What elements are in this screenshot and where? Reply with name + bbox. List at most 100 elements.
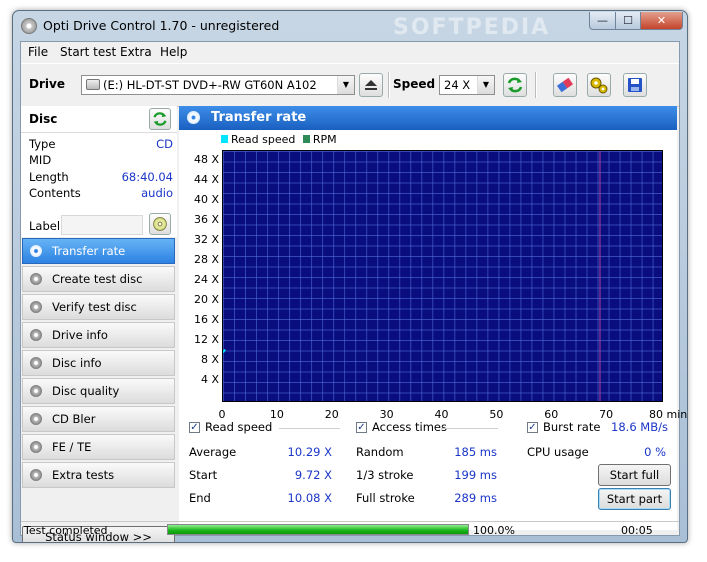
nav-item-cd-bler[interactable]: CD Bler xyxy=(22,406,175,432)
refresh-icon xyxy=(153,112,167,126)
disc-title: Disc xyxy=(29,112,58,126)
end-label: End xyxy=(189,491,211,505)
transfer-rate-panel: Read speed RPM 48 X 44 X 40 X 36 X 32 X 28 X 2… xyxy=(179,130,687,530)
status-text: Test completed xyxy=(24,524,108,537)
nav-item-transfer-rate[interactable]: Transfer rate xyxy=(22,238,175,264)
eject-icon xyxy=(365,80,377,90)
third-stroke-label: 1/3 stroke xyxy=(356,468,414,482)
end-value: 10.08 X xyxy=(287,491,332,505)
disc-icon xyxy=(30,301,42,313)
series-read-speed-line xyxy=(223,348,226,354)
speed-select[interactable]: 24 X ▼ xyxy=(439,75,495,95)
access-times-checkbox[interactable]: ✓ xyxy=(356,422,367,433)
disc-label-button[interactable] xyxy=(149,213,171,235)
nav-item-label: Extra tests xyxy=(52,468,115,482)
status-bar: Test completed 100.0% 00:05 xyxy=(21,521,679,538)
erase-button[interactable] xyxy=(553,73,577,97)
eraser-icon xyxy=(556,77,574,93)
start-part-button[interactable]: Start part xyxy=(598,488,671,510)
group-divider xyxy=(279,428,340,429)
refresh-disc-button[interactable] xyxy=(149,108,171,130)
full-stroke-label: Full stroke xyxy=(356,491,415,505)
nav-item-verify-test-disc[interactable]: Verify test disc xyxy=(22,294,175,320)
burst-rate-value: 18.6 MB/s xyxy=(611,420,668,434)
start-label: Start xyxy=(189,468,218,482)
client-area: File Start test Extra Help Drive (E:) HL… xyxy=(20,41,687,542)
y-tick-label: 16 X xyxy=(193,313,219,326)
drive-label: Drive xyxy=(29,77,65,91)
menu-start-test[interactable]: Start test xyxy=(60,45,116,59)
speed-label: Speed xyxy=(393,77,436,91)
maximize-button[interactable]: ☐ xyxy=(615,12,641,30)
y-tick-label: 36 X xyxy=(193,213,219,226)
left-panel: Disc Type CD MID Length 68:40.04 Contents a… xyxy=(21,106,177,542)
toolbar: Drive (E:) HL-DT-ST DVD+-RW GT60N A102 ▼… xyxy=(21,63,679,107)
disc-label-field[interactable] xyxy=(61,215,143,235)
eject-button[interactable] xyxy=(359,73,383,97)
speed-value: 24 X xyxy=(444,78,471,92)
full-stroke-value: 289 ms xyxy=(454,491,497,505)
refresh-icon xyxy=(507,77,523,93)
nav-item-extra-tests[interactable]: Extra tests xyxy=(22,462,175,488)
watermark: SOFTPEDIA xyxy=(393,15,551,40)
menu-help[interactable]: Help xyxy=(160,45,187,59)
chevron-down-icon: ▼ xyxy=(337,76,354,94)
legend-swatch-rpm xyxy=(302,135,310,143)
transfer-rate-chart[interactable] xyxy=(222,150,663,402)
y-tick-label: 12 X xyxy=(193,333,219,346)
menu-bar: File Start test Extra Help xyxy=(21,42,679,62)
save-button[interactable] xyxy=(623,73,647,97)
start-value: 9.72 X xyxy=(294,468,332,482)
minimize-button[interactable]: — xyxy=(589,12,616,30)
disc-icon xyxy=(30,385,42,397)
access-times-group-title: Access times xyxy=(372,420,447,434)
start-full-button[interactable]: Start full xyxy=(598,464,671,486)
average-label: Average xyxy=(189,445,237,459)
nav-item-label: Create test disc xyxy=(52,272,143,286)
gears-icon xyxy=(590,77,608,94)
panel-title: Transfer rate xyxy=(211,110,307,125)
legend-swatch-read-speed xyxy=(221,135,228,143)
nav-item-label: Drive info xyxy=(52,328,108,342)
drive-icon xyxy=(86,79,100,90)
save-icon xyxy=(628,78,642,92)
title-bar[interactable]: Opti Drive Control 1.70 - unregistered S… xyxy=(13,11,687,41)
disc-header: Disc xyxy=(21,106,177,133)
cpu-usage-value: 0 % xyxy=(644,445,666,459)
average-value: 10.29 X xyxy=(287,445,332,459)
settings-button[interactable] xyxy=(587,73,611,97)
nav-item-fe-te[interactable]: FE / TE xyxy=(22,434,175,460)
third-stroke-value: 199 ms xyxy=(454,468,497,482)
refresh-speed-button[interactable] xyxy=(503,73,527,97)
nav-item-label: Disc info xyxy=(52,356,102,370)
y-tick-label: 40 X xyxy=(193,193,219,206)
y-tick-label: 24 X xyxy=(193,273,219,286)
menu-extra[interactable]: Extra xyxy=(120,45,152,59)
nav-item-disc-quality[interactable]: Disc quality xyxy=(22,378,175,404)
window-title: Opti Drive Control 1.70 - unregistered xyxy=(43,18,280,33)
disc-icon xyxy=(30,273,42,285)
disc-icon xyxy=(30,245,42,257)
toolbar-separator xyxy=(388,72,390,98)
menu-file[interactable]: File xyxy=(28,45,48,59)
disc-length-row: Length 68:40.04 xyxy=(29,170,173,184)
legend-read-speed: Read speed xyxy=(231,133,296,146)
drive-select[interactable]: (E:) HL-DT-ST DVD+-RW GT60N A102 ▼ xyxy=(81,75,355,95)
close-button[interactable]: ✕ xyxy=(640,12,683,30)
read-speed-checkbox[interactable]: ✓ xyxy=(189,422,200,433)
drive-value: (E:) HL-DT-ST DVD+-RW GT60N A102 xyxy=(103,78,317,92)
random-value: 185 ms xyxy=(454,445,497,459)
nav-item-drive-info[interactable]: Drive info xyxy=(22,322,175,348)
disc-edit-icon xyxy=(153,217,167,231)
nav-item-disc-info[interactable]: Disc info xyxy=(22,350,175,376)
nav-item-label: Verify test disc xyxy=(52,300,137,314)
disc-icon xyxy=(30,413,42,425)
y-tick-label: 4 X xyxy=(200,373,219,386)
nav-item-label: Disc quality xyxy=(52,384,120,398)
y-tick-label: 8 X xyxy=(200,353,219,366)
burst-rate-checkbox[interactable]: ✓ xyxy=(527,422,538,433)
nav-item-create-test-disc[interactable]: Create test disc xyxy=(22,266,175,292)
y-tick-label: 44 X xyxy=(193,173,219,186)
x-tick-label: 20 xyxy=(324,408,339,421)
disc-mid-row: MID xyxy=(29,153,52,167)
